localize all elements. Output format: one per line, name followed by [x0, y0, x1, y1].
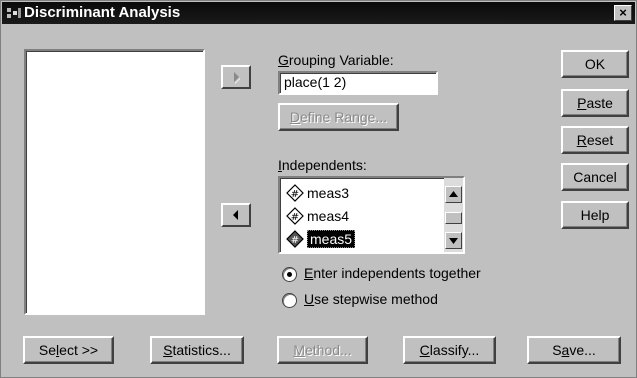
move-to-grouping-button[interactable]	[221, 65, 251, 89]
reset-button[interactable]: Reset	[561, 126, 629, 154]
independents-label: Independents:	[278, 157, 367, 173]
save-button[interactable]: Save...	[527, 336, 621, 364]
scale-variable-icon: #	[286, 230, 304, 248]
classify-button[interactable]: Classify...	[403, 336, 496, 364]
independents-list[interactable]: # meas3 # meas4 # meas5	[278, 176, 465, 254]
enter-together-radio[interactable]	[282, 267, 297, 282]
cancel-button[interactable]: Cancel	[561, 163, 629, 191]
close-icon: ×	[619, 5, 627, 20]
independents-scrollbar[interactable]	[444, 178, 463, 252]
method-button[interactable]: Method...	[277, 336, 368, 364]
scroll-down-button[interactable]	[445, 232, 462, 249]
grouping-variable-label: Grouping Variable:	[278, 52, 394, 68]
title-bar[interactable]: Discriminant Analysis ×	[2, 2, 635, 24]
help-button[interactable]: Help	[561, 201, 629, 229]
list-item[interactable]: # meas3	[286, 183, 349, 203]
select-button[interactable]: Select >>	[23, 336, 114, 364]
stepwise-label: Use stepwise method	[304, 291, 438, 307]
stepwise-radio[interactable]	[282, 293, 297, 308]
grouping-variable-field[interactable]: place(1 2)	[278, 71, 438, 95]
close-button[interactable]: ×	[614, 5, 632, 21]
svg-text:#: #	[291, 212, 299, 223]
arrow-left-icon	[233, 210, 238, 220]
radio-selected-dot	[287, 272, 292, 277]
define-range-button[interactable]: Define Range...	[278, 103, 399, 131]
window-title: Discriminant Analysis	[24, 4, 181, 21]
paste-button[interactable]: Paste	[561, 89, 629, 117]
grouping-variable-value: place(1 2)	[284, 74, 347, 90]
svg-text:#: #	[291, 189, 299, 200]
spss-dialog-icon	[7, 8, 21, 18]
arrow-right-icon	[234, 72, 240, 84]
scroll-thumb[interactable]	[445, 212, 462, 224]
move-to-independents-button[interactable]	[221, 203, 251, 227]
scroll-up-icon	[449, 191, 458, 197]
scroll-down-icon	[449, 238, 458, 244]
scale-variable-icon: #	[286, 184, 304, 202]
scale-variable-icon: #	[286, 207, 304, 225]
enter-together-label: Enter independents together	[304, 265, 481, 281]
list-item[interactable]: # meas4	[286, 206, 349, 226]
list-item-selected[interactable]: # meas5	[286, 229, 356, 249]
statistics-button[interactable]: Statistics...	[150, 336, 244, 364]
discriminant-analysis-dialog: Discriminant Analysis × Grouping Variabl…	[0, 0, 637, 378]
ok-button[interactable]: OK	[561, 50, 629, 78]
source-variable-list[interactable]	[24, 49, 205, 315]
svg-text:#: #	[291, 235, 299, 246]
scroll-up-button[interactable]	[445, 186, 462, 203]
